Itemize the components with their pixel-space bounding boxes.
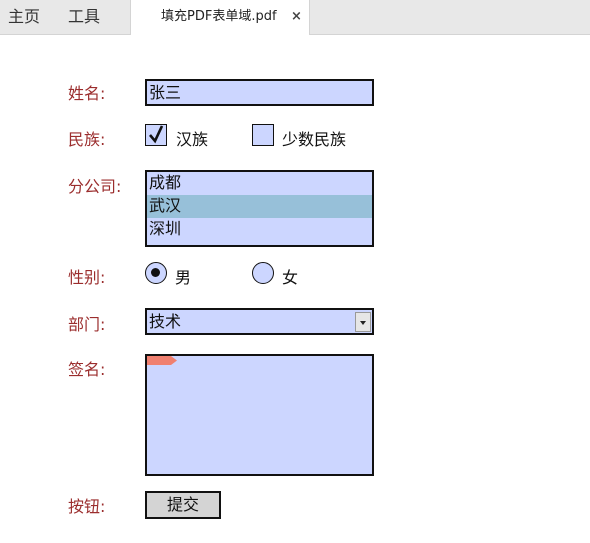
ethnicity-label: 民族: bbox=[68, 130, 106, 149]
ethnicity-minority-checkbox[interactable] bbox=[252, 124, 274, 146]
signature-label: 签名: bbox=[68, 360, 106, 379]
list-item[interactable]: 深圳 bbox=[147, 218, 372, 241]
department-label: 部门: bbox=[68, 315, 106, 334]
department-value: 技术 bbox=[149, 312, 182, 331]
nav-tools-tab[interactable]: 工具 bbox=[68, 0, 100, 34]
document-tab-title: 填充PDF表单域.pdf bbox=[161, 9, 277, 24]
document-tab[interactable]: 填充PDF表单域.pdf × bbox=[130, 0, 310, 35]
name-label: 姓名: bbox=[68, 84, 106, 103]
gender-male-radio[interactable] bbox=[145, 262, 167, 284]
gender-female-label: 女 bbox=[282, 268, 299, 287]
name-input[interactable]: 张三 bbox=[145, 79, 374, 106]
gender-female-radio[interactable] bbox=[252, 262, 274, 284]
list-item-selected[interactable]: 武汉 bbox=[147, 195, 372, 218]
list-item[interactable]: 成都 bbox=[147, 172, 372, 195]
nav-home-tab[interactable]: 主页 bbox=[8, 0, 40, 34]
tab-bar: 主页 工具 填充PDF表单域.pdf × bbox=[0, 0, 590, 35]
branch-label: 分公司: bbox=[68, 177, 122, 196]
department-dropdown[interactable]: 技术 bbox=[145, 308, 374, 335]
close-icon[interactable]: × bbox=[291, 0, 302, 33]
radio-selected-dot bbox=[151, 268, 160, 277]
checkmark-icon bbox=[149, 125, 164, 144]
chevron-down-icon[interactable] bbox=[355, 312, 371, 332]
submit-button[interactable]: 提交 bbox=[145, 491, 221, 519]
branch-listbox[interactable]: 成都 武汉 深圳 bbox=[145, 170, 374, 247]
ethnicity-han-checkbox[interactable] bbox=[145, 124, 167, 146]
gender-label: 性别: bbox=[68, 268, 106, 287]
signature-field[interactable] bbox=[145, 354, 374, 476]
button-label: 按钮: bbox=[68, 497, 106, 516]
ethnicity-han-label: 汉族 bbox=[176, 130, 209, 149]
signature-flag-icon bbox=[147, 356, 177, 365]
ethnicity-minority-label: 少数民族 bbox=[282, 130, 347, 149]
gender-male-label: 男 bbox=[175, 268, 192, 287]
